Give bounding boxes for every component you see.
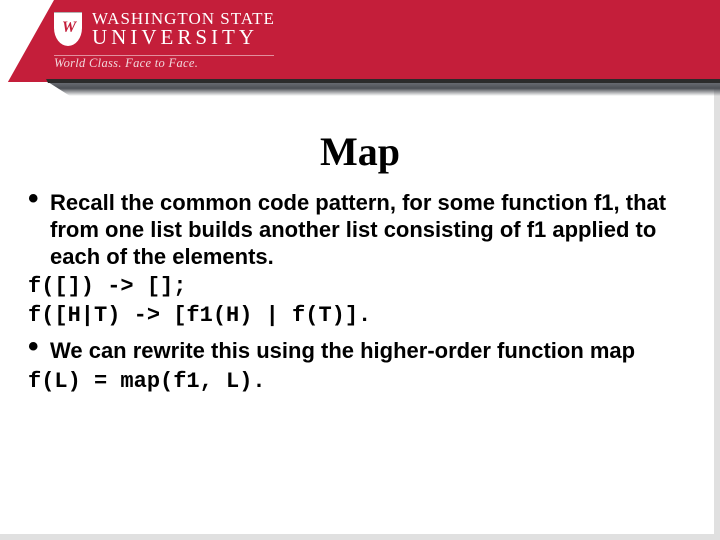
bullet-text: We can rewrite this using the higher-ord…: [50, 338, 635, 363]
code-line: f(L) = map(f1, L).: [28, 369, 700, 396]
shield-letter: W: [62, 19, 74, 37]
slide-body: Recall the common code pattern, for some…: [28, 190, 700, 398]
slide-title: Map: [0, 128, 720, 175]
bullet-text: Recall the common code pattern, for some…: [50, 190, 666, 269]
institution-wordmark: WASHINGTON STATE UNIVERSITY: [92, 10, 275, 49]
code-line: f([H|T) -> [f1(H) | f(T)].: [28, 303, 700, 330]
header-banner: W WASHINGTON STATE UNIVERSITY World Clas…: [0, 0, 720, 96]
banner-underline-gradient: [0, 82, 720, 96]
banner-underline-dark: [0, 79, 720, 83]
banner-corner-notch: [0, 0, 54, 96]
institution-tagline: World Class. Face to Face.: [54, 56, 198, 71]
bullet-item: Recall the common code pattern, for some…: [28, 190, 700, 270]
bullet-item: We can rewrite this using the higher-ord…: [28, 338, 700, 365]
shield-icon: W: [54, 12, 82, 46]
institution-name-line2: UNIVERSITY: [92, 27, 275, 48]
institution-logo-block: W WASHINGTON STATE UNIVERSITY: [54, 10, 275, 49]
slide: W WASHINGTON STATE UNIVERSITY World Clas…: [0, 0, 720, 540]
code-line: f([]) -> [];: [28, 274, 700, 301]
